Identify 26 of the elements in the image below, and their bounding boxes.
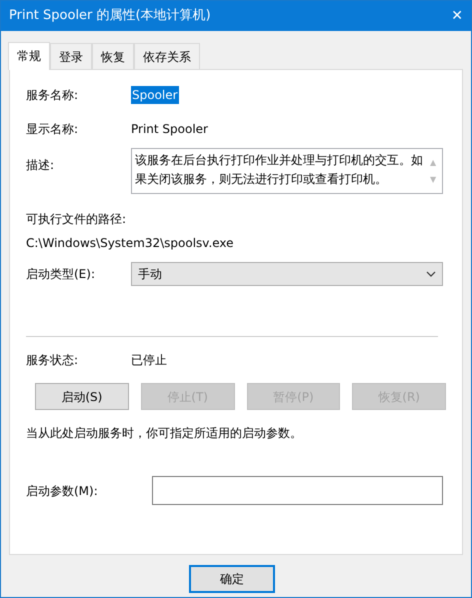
display-name-value: Print Spooler xyxy=(131,121,208,138)
tab[interactable]: 常规 xyxy=(8,42,50,70)
hint-text: 当从此处启动服务时，你可指定所适用的启动参数。 xyxy=(26,425,303,442)
tab[interactable]: 依存关系 xyxy=(134,43,200,69)
field-label: 服务名称: xyxy=(26,87,80,104)
window-title: Print Spooler 的属性(本地计算机) xyxy=(9,7,211,26)
path-text: C:\Windows\System32\spoolsv.exe xyxy=(26,235,235,252)
start-parameters-input[interactable] xyxy=(152,476,443,505)
service-name-value: Spooler xyxy=(131,86,179,104)
tab[interactable]: 登录 xyxy=(50,43,92,69)
field-label: 描述: xyxy=(26,157,56,174)
description-text: 该服务在后台执行打印作业并处理与打印机的交互。如果关闭该服务，则无法进行打印或查看打印机。 xyxy=(135,153,423,186)
field-label: 服务状态: xyxy=(26,352,80,369)
service-status-value: 已停止 xyxy=(131,352,167,369)
startup-type-dropdown[interactable]: 手动 xyxy=(131,262,443,286)
field-label: 显示名称: xyxy=(26,121,80,138)
scroll-up-icon: ▲ xyxy=(430,153,440,172)
field-label: 可执行文件的路径: xyxy=(26,211,128,228)
field-label: 启动参数(M): xyxy=(26,482,99,500)
close-button[interactable]: ✕ xyxy=(451,6,463,26)
ok-button[interactable]: 确定 xyxy=(189,565,275,593)
service-button[interactable]: 启动(S) xyxy=(35,383,129,410)
chevron-down-icon xyxy=(426,271,436,277)
scroll-down-icon: ▼ xyxy=(430,170,440,189)
tab[interactable]: 恢复 xyxy=(92,43,134,69)
field-label: 启动类型(E): xyxy=(26,266,96,283)
